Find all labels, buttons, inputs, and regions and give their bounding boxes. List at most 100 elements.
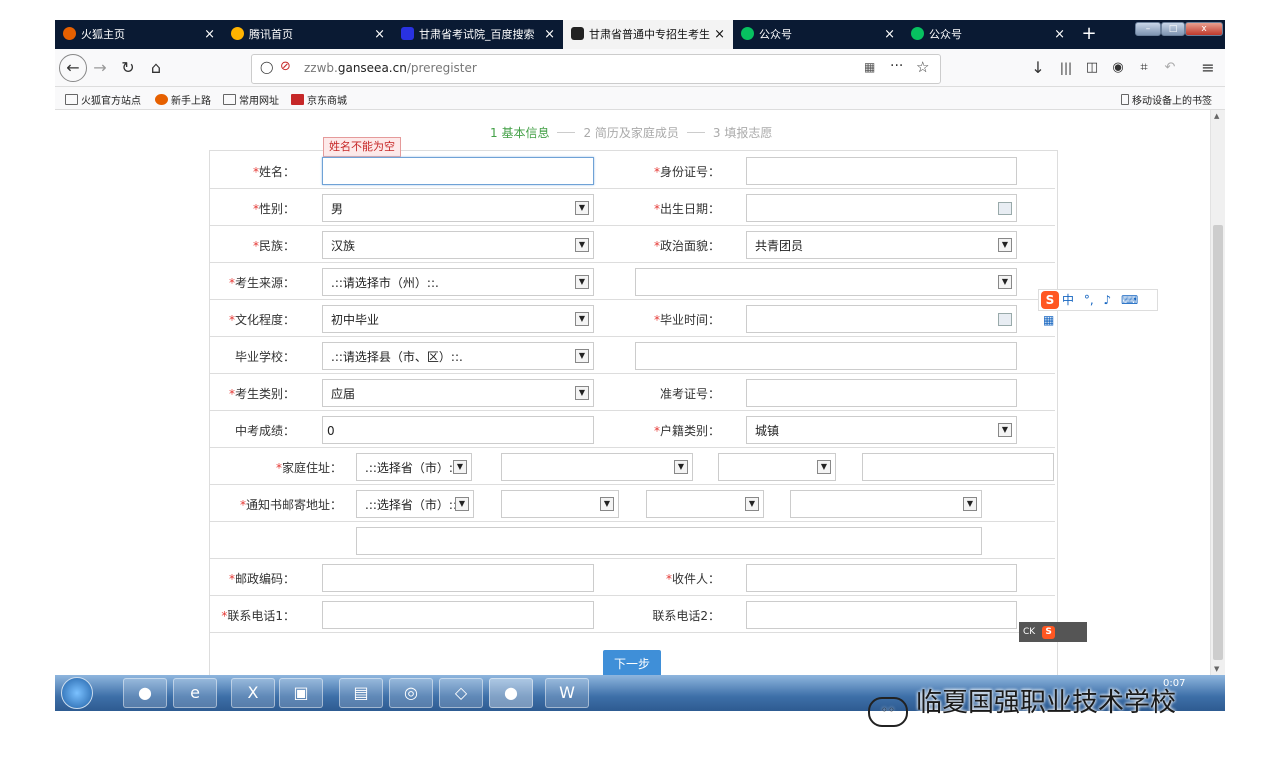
mail-detail-input[interactable] xyxy=(356,527,982,555)
close-icon[interactable]: × xyxy=(204,20,215,49)
score-input[interactable]: 0 xyxy=(322,416,594,444)
bookmark-item[interactable]: 新手上路 xyxy=(155,92,211,107)
phone1-input[interactable] xyxy=(322,601,594,629)
explorer-app-icon[interactable]: ▤ xyxy=(339,678,383,708)
download-icon[interactable]: ↓ xyxy=(1025,55,1051,81)
mobile-bookmarks[interactable]: 移动设备上的书签 xyxy=(1121,92,1212,107)
category-select[interactable]: 应届 ▼ xyxy=(322,379,594,407)
window-close-button[interactable]: x xyxy=(1185,22,1223,36)
receiver-input[interactable] xyxy=(746,564,1017,592)
menu-icon[interactable]: ≡ xyxy=(1195,55,1221,81)
political-select[interactable]: 共青团员 ▼ xyxy=(746,231,1017,259)
form-row: *家庭住址： .::选择省（市）::. ▼ ▼ ▼ xyxy=(210,447,1055,485)
browser-app-icon[interactable]: ◎ xyxy=(389,678,433,708)
tab-baidu-search[interactable]: 甘肃省考试院_百度搜索 × xyxy=(393,20,563,49)
close-icon[interactable]: × xyxy=(374,20,385,49)
admission-number-input[interactable] xyxy=(746,379,1017,407)
ie-app-icon[interactable]: e xyxy=(173,678,217,708)
start-button[interactable] xyxy=(61,677,93,709)
chevron-down-icon: ▼ xyxy=(963,497,977,511)
wechat-app-icon[interactable]: ● xyxy=(123,678,167,708)
firefox-app-icon[interactable]: ● xyxy=(489,678,533,708)
punctuation-icon[interactable]: °, xyxy=(1084,293,1094,307)
word-app-icon[interactable]: W xyxy=(545,678,589,708)
insecure-lock-icon: ⊘ xyxy=(280,59,291,74)
bookmark-item[interactable]: 常用网址 xyxy=(223,92,279,107)
app-icon[interactable]: ◇ xyxy=(439,678,483,708)
calendar-icon[interactable] xyxy=(998,202,1012,215)
minimize-button[interactable]: – xyxy=(1135,22,1161,36)
new-tab-button[interactable]: + xyxy=(1075,20,1103,49)
scroll-down-icon[interactable]: ▼ xyxy=(1214,665,1219,673)
more-icon[interactable]: ··· xyxy=(890,58,903,74)
tab-firefox-home[interactable]: 火狐主页 × xyxy=(55,20,223,49)
school-county-select[interactable]: .::请选择县（市、区）::. ▼ xyxy=(322,342,594,370)
maximize-button[interactable]: □ xyxy=(1161,22,1185,36)
forward-button[interactable]: → xyxy=(87,55,113,81)
form-row: *考生来源： .::请选择市（州）::. ▼ ▼ xyxy=(210,262,1055,300)
tab-wechat-mp-1[interactable]: 公众号 × xyxy=(733,20,903,49)
next-step-button[interactable]: 下一步 xyxy=(603,650,661,678)
sidebar-icon[interactable]: ◫ xyxy=(1079,55,1105,81)
screenshot-icon[interactable]: ⌗ xyxy=(1131,55,1157,81)
scroll-up-icon[interactable]: ▲ xyxy=(1214,112,1219,120)
bookmark-item[interactable]: 京东商城 xyxy=(291,92,347,107)
home-street-input[interactable] xyxy=(862,453,1054,481)
qrcode-icon[interactable]: ▦ xyxy=(864,60,875,74)
form-row: *考生类别： 应届 ▼ 准考证号： xyxy=(210,373,1055,411)
school-name-input[interactable] xyxy=(635,342,1017,370)
tab-registration[interactable]: 甘肃省普通中专招生考生 × xyxy=(563,20,733,49)
excel-app-icon[interactable]: X xyxy=(231,678,275,708)
toolbox-icon[interactable]: ▦ xyxy=(1043,313,1054,327)
ethnic-select[interactable]: 汉族 ▼ xyxy=(322,231,594,259)
tab-tencent[interactable]: 腾讯首页 × xyxy=(223,20,393,49)
vertical-scrollbar[interactable]: ▲ ▼ xyxy=(1210,110,1225,675)
chevron-down-icon: ▼ xyxy=(575,386,589,400)
mail-city-select[interactable]: ▼ xyxy=(501,490,619,518)
education-select[interactable]: 初中毕业 ▼ xyxy=(322,305,594,333)
graduation-time-input[interactable] xyxy=(746,305,1017,333)
name-input[interactable] xyxy=(322,157,594,185)
ime-mode[interactable]: 中 xyxy=(1062,293,1074,307)
home-province-select[interactable]: .::选择省（市）::. ▼ xyxy=(356,453,472,481)
source-city-select[interactable]: .::请选择市（州）::. ▼ xyxy=(322,268,594,296)
bookmark-star-icon[interactable]: ☆ xyxy=(916,58,929,76)
back-button[interactable]: ← xyxy=(59,54,87,82)
phone2-input[interactable] xyxy=(746,601,1017,629)
firefox-icon xyxy=(155,94,168,105)
home-county-select[interactable]: ▼ xyxy=(718,453,836,481)
calendar-icon[interactable] xyxy=(998,313,1012,326)
category-label: *考生类别： xyxy=(228,387,295,401)
scrollbar-thumb[interactable] xyxy=(1213,225,1223,660)
keyboard-icon[interactable]: ⌨ xyxy=(1121,293,1138,307)
mail-town-select[interactable]: ▼ xyxy=(790,490,982,518)
home-icon[interactable]: ⌂ xyxy=(143,55,169,81)
mail-county-select[interactable]: ▼ xyxy=(646,490,764,518)
address-bar[interactable]: ◯ ⊘ zzwb.ganseea.cn/preregister ▦ ··· ☆ xyxy=(251,54,941,84)
close-icon[interactable]: × xyxy=(544,20,555,49)
tab-wechat-mp-2[interactable]: 公众号 × xyxy=(903,20,1073,49)
microphone-icon[interactable]: ♪ xyxy=(1104,293,1112,307)
account-icon[interactable]: ◉ xyxy=(1105,55,1131,81)
gender-select[interactable]: 男 ▼ xyxy=(322,194,594,222)
library-icon[interactable]: ||| xyxy=(1053,55,1079,81)
address-text: zzwb.ganseea.cn/preregister xyxy=(304,61,477,75)
zip-code-input[interactable] xyxy=(322,564,594,592)
tool-app-icon[interactable]: ▣ xyxy=(279,678,323,708)
chevron-down-icon: ▼ xyxy=(674,460,688,474)
household-select[interactable]: 城镇 ▼ xyxy=(746,416,1017,444)
ime-toolbar[interactable]: S中 °, ♪ ⌨ ▦ xyxy=(1038,289,1158,327)
undo-icon[interactable]: ↶ xyxy=(1157,55,1183,81)
ime-mini-bar[interactable]: CK S xyxy=(1019,622,1087,642)
source-county-select[interactable]: ▼ xyxy=(635,268,1017,296)
birth-date-input[interactable] xyxy=(746,194,1017,222)
home-city-select[interactable]: ▼ xyxy=(501,453,693,481)
close-icon[interactable]: × xyxy=(714,20,725,49)
close-icon[interactable]: × xyxy=(1054,20,1065,49)
bookmark-item[interactable]: 火狐官方站点 xyxy=(65,92,141,107)
reload-button[interactable]: ↻ xyxy=(115,55,141,81)
close-icon[interactable]: × xyxy=(884,20,895,49)
chevron-down-icon: ▼ xyxy=(600,497,614,511)
mail-province-select[interactable]: .::选择省（市）::. ▼ xyxy=(356,490,474,518)
id-number-input[interactable] xyxy=(746,157,1017,185)
